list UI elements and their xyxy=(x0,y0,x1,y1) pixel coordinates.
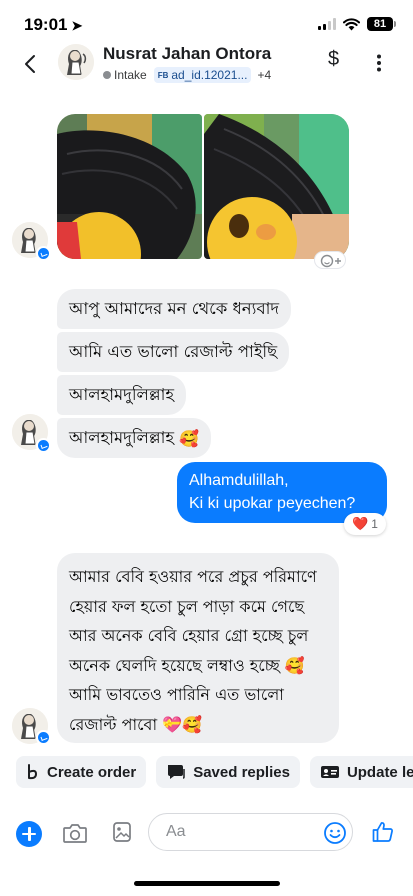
saved-replies-icon xyxy=(168,765,185,779)
conversation-header: Nusrat Jahan Ontora Intake FB ad_id.1202… xyxy=(0,44,413,94)
incoming-message-long[interactable]: আমার বেবি হওয়ার পরে প্রচুর পরিমাণে হেয়… xyxy=(57,553,339,743)
status-dot-icon xyxy=(103,71,111,79)
message-text: আমি এত ভালো রেজাল্ট পাইছি xyxy=(69,341,278,361)
thumbs-up-icon[interactable] xyxy=(371,820,395,844)
update-lead-label: Update le xyxy=(346,763,413,781)
contact-subline: Intake FB ad_id.12021... +4 xyxy=(103,67,271,83)
more-labels-count[interactable]: +4 xyxy=(257,68,271,82)
wifi-icon xyxy=(343,17,360,30)
update-lead-button[interactable]: Update le xyxy=(309,756,413,788)
incoming-message[interactable]: আলহামদুলিল্লাহ 🥰 xyxy=(57,418,212,458)
plus-icon[interactable] xyxy=(16,821,42,847)
message-text-line: আমি ভাবতেও পারিনি এত ভালো xyxy=(69,685,284,704)
id-card-icon xyxy=(320,766,339,778)
message-text-line: আমার বেবি হওয়ার পরে প্রচুর পরিমাণে xyxy=(69,567,317,586)
messenger-badge-icon xyxy=(36,730,51,745)
facebook-ad-icon: FB xyxy=(157,70,169,80)
message-text-line: অনেক ঘেলদি হয়েছে লম্বাও হচ্ছে xyxy=(69,655,280,675)
create-order-label: Create order xyxy=(47,763,137,781)
create-order-button[interactable]: Create order xyxy=(16,756,147,788)
shared-photo-1[interactable] xyxy=(57,114,202,259)
battery-icon: 81 xyxy=(367,17,396,31)
camera-icon[interactable] xyxy=(62,822,88,844)
reaction-count: 1 xyxy=(371,517,378,531)
ad-id-chip[interactable]: FB ad_id.12021... xyxy=(153,67,252,83)
saved-replies-button[interactable]: Saved replies xyxy=(156,756,300,788)
message-text-line: হেয়ার ফল হতো চুল পাড়া কমে গেছে xyxy=(69,596,305,616)
message-text: আলহামদুলিল্লাহ xyxy=(69,384,175,404)
message-text: আপু আমাদের মন থেকে ধন্যবাদ xyxy=(69,298,280,318)
image-icon[interactable] xyxy=(112,821,132,843)
incoming-message[interactable]: আমি এত ভালো রেজাল্ট পাইছি xyxy=(57,332,290,372)
quick-actions-bar: Create order Saved replies Update le xyxy=(16,756,413,788)
status-icons: 81 xyxy=(318,17,396,31)
messenger-badge-icon xyxy=(36,438,51,453)
hair-photo-image xyxy=(57,114,202,259)
status-label: Intake xyxy=(114,68,147,82)
status-bar: 19:01 ➤ 81 xyxy=(0,0,413,44)
smiling-hearts-emoji: 🥰 xyxy=(284,655,305,675)
cellular-signal-icon xyxy=(318,18,336,30)
shared-photo-2[interactable] xyxy=(204,114,349,259)
incoming-message[interactable]: আলহামদুলিল্লাহ xyxy=(57,375,187,415)
order-icon xyxy=(28,764,38,780)
add-reaction-icon xyxy=(320,254,341,268)
avatar-illustration-icon xyxy=(58,44,94,80)
location-arrow-icon: ➤ xyxy=(71,18,83,33)
more-vertical-icon[interactable] xyxy=(376,54,382,72)
home-indicator xyxy=(134,881,280,886)
status-time: 19:01 ➤ xyxy=(24,15,82,35)
composer-bar xyxy=(0,812,413,852)
message-text-line: Alhamdulillah, xyxy=(189,472,289,489)
smiling-hearts-emoji: 🥰 xyxy=(179,428,200,448)
incoming-message[interactable]: আপু আমাদের মন থেকে ধন্যবাদ xyxy=(57,289,292,329)
clock: 19:01 xyxy=(24,15,68,34)
dollar-icon[interactable]: $ xyxy=(328,48,339,71)
ad-id-label: ad_id.12021... xyxy=(171,68,248,82)
contact-name[interactable]: Nusrat Jahan Ontora xyxy=(103,44,271,64)
message-reaction[interactable]: ❤️ 1 xyxy=(344,513,386,535)
add-reaction-button[interactable] xyxy=(314,251,346,269)
messenger-badge-icon xyxy=(36,246,51,261)
hair-photo-image xyxy=(204,114,349,259)
message-text-line: Ki ki upokar peyechen? xyxy=(189,495,356,512)
heart-reaction-icon: ❤️ xyxy=(352,516,369,531)
contact-avatar[interactable] xyxy=(58,44,94,80)
message-text: আলহামদুলিল্লাহ xyxy=(69,427,175,447)
saved-replies-label: Saved replies xyxy=(193,763,290,781)
message-text-line: আর অনেক বেবি হেয়ার গ্রো হচ্ছে চুল xyxy=(69,626,309,645)
emoji-icon[interactable] xyxy=(323,821,347,845)
back-chevron-icon[interactable] xyxy=(20,50,42,78)
message-text-line: রেজাল্ট পাবো xyxy=(69,714,158,734)
heart-gift-emoji: 💝🥰 xyxy=(162,714,203,734)
